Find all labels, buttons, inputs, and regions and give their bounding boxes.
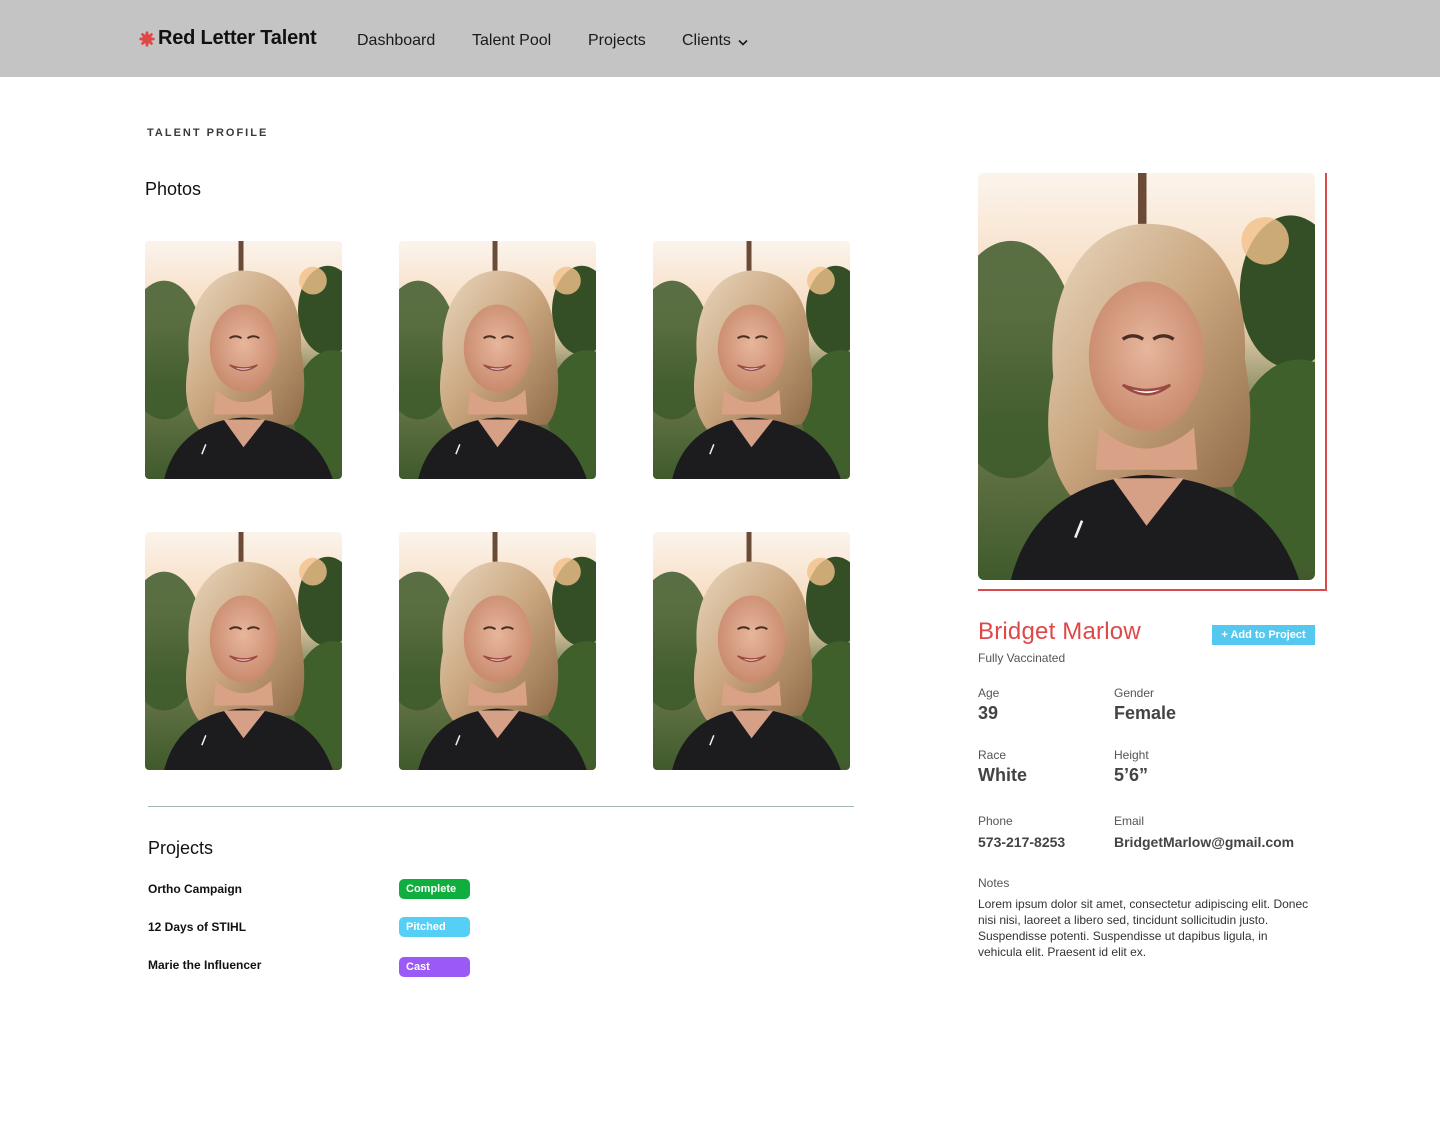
photo-thumbnail-2[interactable] [399,241,596,479]
age-label: Age [978,686,1000,700]
phone-label: Phone [978,814,1013,828]
add-to-project-button[interactable]: + Add to Project [1212,625,1315,645]
status-badge: Complete [399,879,470,899]
photo-thumbnail-1[interactable] [145,241,342,479]
brand-name: Red Letter Talent [158,27,317,49]
nav-clients-dropdown[interactable]: Clients [682,32,748,50]
status-badge: Pitched [399,917,470,937]
project-name[interactable]: Marie the Influencer [148,958,261,972]
portrait-photo [653,241,850,479]
height-label: Height [1114,748,1149,762]
race-value: White [978,765,1027,785]
age-value: 39 [978,703,999,723]
red-asterisk-logo [139,30,155,47]
portrait-photo [978,173,1315,580]
photo-thumbnail-6[interactable] [653,532,850,770]
nav-dashboard[interactable]: Dashboard [357,32,435,50]
top-navigation-bar: Red Letter Talent Dashboard Talent Pool … [0,0,1440,77]
portrait-photo [145,532,342,770]
nav-clients-label: Clients [682,32,731,49]
photo-thumbnail-4[interactable] [145,532,342,770]
phone-value[interactable]: 573-217-8253 [978,834,1065,850]
talent-name: Bridget Marlow [978,618,1141,645]
notes-text: Lorem ipsum dolor sit amet, consectetur … [978,897,1309,959]
portrait-photo [399,532,596,770]
vaccination-status: Fully Vaccinated [978,651,1066,665]
brand[interactable]: Red Letter Talent [138,27,317,50]
hero-photo[interactable] [978,173,1315,580]
email-value[interactable]: BridgetMarlow@gmail.com [1114,834,1294,850]
projects-heading: Projects [148,838,214,858]
gender-label: Gender [1114,686,1155,700]
chevron-down-icon [738,39,748,46]
portrait-photo [653,532,850,770]
project-name[interactable]: Ortho Campaign [148,882,242,896]
portrait-photo [399,241,596,479]
nav-projects[interactable]: Projects [588,32,646,50]
height-value: 5’6” [1114,765,1149,785]
section-divider [148,806,854,807]
email-label: Email [1114,814,1145,828]
project-name[interactable]: 12 Days of STIHL [148,920,246,934]
portrait-photo [145,241,342,479]
nav-talent-pool[interactable]: Talent Pool [472,32,551,50]
race-label: Race [978,748,1007,762]
page-eyebrow: TALENT PROFILE [147,127,269,139]
notes-label: Notes [978,876,1010,890]
gender-value: Female [1114,703,1177,723]
status-badge: Cast [399,957,470,977]
photo-thumbnail-5[interactable] [399,532,596,770]
photos-heading: Photos [145,179,202,199]
photo-thumbnail-3[interactable] [653,241,850,479]
